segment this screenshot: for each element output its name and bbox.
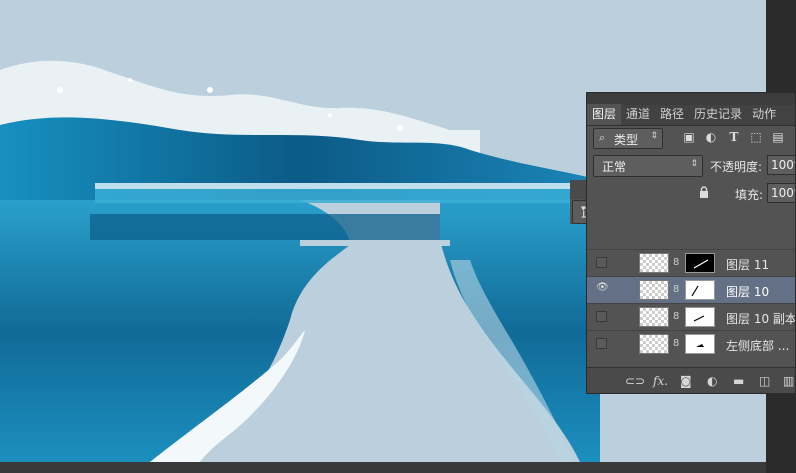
filter-row: ⌕ 类型 ⇕ ▣ ◐ T ⬚ ▤: [587, 126, 795, 152]
layer-row-selected[interactable]: 👁 8 图层 10: [587, 276, 795, 303]
chevron-updown-icon: ⇕: [650, 131, 658, 141]
visibility-toggle[interactable]: [596, 257, 607, 268]
lock-icon[interactable]: [699, 186, 709, 198]
layers-panel: 图层 通道 路径 历史记录 动作 ⌕ 类型 ⇕ ▣ ◐ T ⬚ ▤ 正常 ⇕ 不…: [586, 92, 796, 394]
new-layer-icon[interactable]: ◫: [759, 374, 770, 388]
tab-channels[interactable]: 通道: [621, 104, 655, 125]
layer-thumbnail: [639, 334, 669, 354]
layer-row[interactable]: 8 图层 10 副本: [587, 303, 796, 330]
lock-row: 填充: 100%: [587, 181, 795, 205]
eye-icon[interactable]: 👁: [596, 282, 609, 293]
tab-layers[interactable]: 图层: [587, 104, 622, 125]
panel-tabs: 图层 通道 路径 历史记录 动作: [587, 104, 795, 126]
adjustment-filter-icon[interactable]: ◐: [704, 130, 718, 144]
canvas-scroll-area[interactable]: [0, 462, 766, 473]
layer-mask-thumbnail[interactable]: [685, 253, 715, 273]
mask-icon[interactable]: ◙: [680, 374, 692, 388]
fill-label: 填充:: [735, 188, 764, 202]
layer-thumbnail: [639, 280, 669, 300]
layer-mask-thumbnail[interactable]: [685, 334, 715, 354]
layer-name: 图层 11: [726, 258, 770, 272]
visibility-toggle[interactable]: [596, 311, 607, 322]
link-icon[interactable]: 8: [673, 257, 679, 268]
link-icon[interactable]: ⊂⊃: [625, 374, 645, 388]
shape-filter-icon[interactable]: ⬚: [749, 130, 763, 144]
layer-row[interactable]: 8 图层 11: [587, 249, 795, 276]
blend-row: 正常 ⇕ 不透明度: 100%: [587, 153, 795, 179]
adjustment-icon[interactable]: ◐: [707, 374, 717, 388]
image-filter-icon[interactable]: ▣: [682, 130, 696, 144]
opacity-label: 不透明度:: [710, 160, 763, 174]
tab-paths[interactable]: 路径: [655, 104, 689, 125]
opacity-value: 100%: [771, 158, 795, 172]
mask-stroke: [693, 259, 709, 269]
layer-mask-thumbnail[interactable]: [685, 280, 715, 300]
opacity-input[interactable]: 100%: [767, 155, 795, 175]
fx-icon[interactable]: fx.: [653, 374, 668, 388]
layer-thumbnail: [639, 253, 669, 273]
layer-name: 图层 10 副本: [726, 312, 796, 326]
blend-mode-select[interactable]: 正常 ⇕: [593, 155, 703, 177]
blend-mode-value: 正常: [602, 160, 627, 174]
fill-value: 100%: [771, 186, 795, 200]
link-icon[interactable]: 8: [673, 284, 679, 295]
layer-row[interactable]: 8 左侧底部 ...: [587, 330, 795, 357]
layer-mask-thumbnail[interactable]: [685, 307, 715, 327]
panel-bottom-toolbar: ⊂⊃ fx. ◙ ◐ ▬ ◫ ▥: [587, 367, 795, 393]
chevron-updown-icon: ⇕: [690, 159, 698, 169]
layer-filter-label: 类型: [614, 133, 639, 147]
mask-stroke: [696, 344, 704, 347]
layer-name: 左侧底部 ...: [726, 339, 790, 353]
mask-stroke: [693, 315, 705, 322]
fill-input[interactable]: 100%: [767, 183, 795, 203]
layer-thumbnail: [639, 307, 669, 327]
tab-history[interactable]: 历史记录: [689, 104, 747, 125]
link-icon[interactable]: 8: [673, 311, 679, 322]
layer-filter-select[interactable]: ⌕ 类型 ⇕: [593, 128, 663, 149]
mask-stroke: [691, 285, 699, 297]
link-icon[interactable]: 8: [673, 338, 679, 349]
folder-icon[interactable]: ▬: [733, 374, 744, 388]
layer-name: 图层 10: [726, 285, 770, 299]
smart-object-filter-icon[interactable]: ▤: [771, 130, 785, 144]
visibility-toggle[interactable]: [596, 338, 607, 349]
trash-icon[interactable]: ▥: [783, 374, 794, 388]
text-filter-icon[interactable]: T: [727, 130, 741, 144]
tab-actions[interactable]: 动作: [747, 104, 781, 125]
search-icon: ⌕: [599, 131, 606, 144]
